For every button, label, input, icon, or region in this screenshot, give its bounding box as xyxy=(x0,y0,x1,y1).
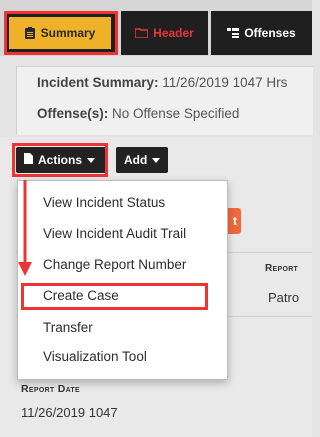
menu-item-transfer[interactable]: Transfer xyxy=(43,320,93,335)
incident-summary-label: Incident Summary: xyxy=(37,75,159,90)
annotation-arrow-icon xyxy=(18,178,32,283)
incident-summary-row: Incident Summary: 11/26/2019 1047 Hrs xyxy=(37,75,287,90)
actions-button-highlight xyxy=(12,143,108,177)
table-cell-patrol: Patro xyxy=(268,290,300,305)
report-date-label: Report Date xyxy=(21,383,80,395)
orange-button-label: t xyxy=(233,214,237,228)
incident-summary-value: 11/26/2019 1047 Hrs xyxy=(162,75,288,90)
menu-item-visualization-tool[interactable]: Visualization Tool xyxy=(43,349,147,364)
folder-icon xyxy=(135,28,149,38)
tab-bar: Summary Header Offenses xyxy=(0,0,312,56)
menu-item-change-report-number[interactable]: Change Report Number xyxy=(43,257,186,272)
tab-offenses[interactable]: Offenses xyxy=(211,11,312,55)
report-date-value: 11/26/2019 1047 xyxy=(21,405,118,420)
offense-label: Offense(s): xyxy=(37,106,109,121)
tab-summary[interactable]: Summary xyxy=(4,11,118,55)
offense-value: No Offense Specified xyxy=(112,106,240,121)
offenses-icon xyxy=(227,28,240,38)
menu-item-view-incident-status[interactable]: View Incident Status xyxy=(43,195,165,210)
add-label: Add xyxy=(124,153,148,167)
actions-dropdown-menu: View Incident Status View Incident Audit… xyxy=(17,180,228,380)
summary-tab-highlight xyxy=(4,11,118,55)
menu-item-view-incident-audit-trail[interactable]: View Incident Audit Trail xyxy=(43,226,186,241)
add-button[interactable]: Add xyxy=(116,147,168,173)
tab-header[interactable]: Header xyxy=(121,11,208,55)
create-case-highlight xyxy=(21,283,208,310)
chevron-down-icon xyxy=(152,157,161,163)
offense-row: Offense(s): No Offense Specified xyxy=(37,106,239,121)
tab-offenses-label: Offenses xyxy=(244,26,296,40)
tab-header-label: Header xyxy=(153,26,194,40)
column-header-report: Report xyxy=(265,263,299,274)
incident-summary-panel: Incident Summary: 11/26/2019 1047 Hrs Of… xyxy=(16,66,313,135)
